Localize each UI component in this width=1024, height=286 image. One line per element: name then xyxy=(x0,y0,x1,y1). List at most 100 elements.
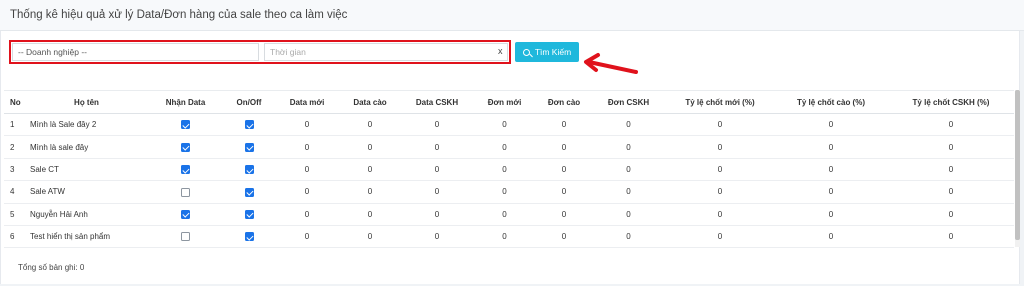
receive-data-checkbox[interactable] xyxy=(181,120,190,130)
metric-cell: 0 xyxy=(888,180,1014,204)
metric-cell: 0 xyxy=(472,203,537,226)
receive-data-checkbox[interactable] xyxy=(181,209,190,219)
metric-cell: 0 xyxy=(338,158,402,182)
metric-cell: 0 xyxy=(888,203,1014,226)
column-header: Nhận Data xyxy=(149,90,222,114)
metric-cell: 0 xyxy=(276,113,338,137)
page-title: Thống kê hiệu quả xử lý Data/Đơn hàng củ… xyxy=(10,9,348,21)
metric-cell: 0 xyxy=(774,135,888,159)
receive-data-checkbox-cell xyxy=(149,158,222,182)
metric-cell: 0 xyxy=(666,113,774,137)
red-arrow-annotation xyxy=(584,53,638,74)
column-header: Đơn mới xyxy=(472,90,537,114)
row-number: 1 xyxy=(4,113,24,137)
sale-name: Mình là sale đây xyxy=(24,135,149,159)
on-off-checkbox[interactable] xyxy=(244,142,254,152)
column-header: No xyxy=(4,90,24,114)
column-header: Tỷ lệ chốt cào (%) xyxy=(774,90,888,114)
column-header: Data mới xyxy=(276,90,338,114)
column-header: Data CSKH xyxy=(402,90,472,114)
table-row: 1 Mình là Sale đây 2000000000 xyxy=(4,113,1014,137)
metric-cell: 0 xyxy=(276,203,338,226)
metric-cell: 0 xyxy=(666,158,774,182)
column-header: Đơn cào xyxy=(537,90,591,114)
metric-cell: 0 xyxy=(774,180,888,204)
receive-data-checkbox-cell xyxy=(149,180,222,204)
metric-cell: 0 xyxy=(338,135,402,159)
metric-cell: 0 xyxy=(402,203,472,226)
metric-cell: 0 xyxy=(591,158,666,182)
metric-cell: 0 xyxy=(666,203,774,226)
time-input[interactable] xyxy=(264,43,508,61)
company-select[interactable]: -- Doanh nghiệp -- xyxy=(12,43,259,61)
metric-cell: 0 xyxy=(276,225,338,249)
metric-cell: 0 xyxy=(591,203,666,226)
receive-data-checkbox[interactable] xyxy=(181,187,190,197)
metric-cell: 0 xyxy=(774,158,888,182)
metric-cell: 0 xyxy=(338,203,402,226)
clear-time-button[interactable]: x xyxy=(498,46,503,56)
stats-table-container: No Họ tên Nhận Data On/Off Data mới Data cào D… xyxy=(4,90,1014,249)
sale-name: Sale CT xyxy=(24,158,149,182)
search-button-label: Tìm Kiếm xyxy=(534,47,572,57)
total-records: Tổng số bản ghi: 0 xyxy=(18,263,85,272)
table-header-row: No Họ tên Nhận Data On/Off Data mới Data cào D… xyxy=(4,90,1014,114)
metric-cell: 0 xyxy=(472,113,537,137)
metric-cell: 0 xyxy=(472,135,537,159)
metric-cell: 0 xyxy=(666,135,774,159)
sale-name: Sale ATW xyxy=(24,180,149,204)
on-off-checkbox[interactable] xyxy=(244,232,254,242)
metric-cell: 0 xyxy=(888,158,1014,182)
metric-cell: 0 xyxy=(338,113,402,137)
on-off-checkbox[interactable] xyxy=(244,187,254,197)
metric-cell: 0 xyxy=(276,180,338,204)
on-off-checkbox-cell xyxy=(222,203,276,226)
sale-name: Test hiển thị sản phẩm xyxy=(24,225,149,249)
metric-cell: 0 xyxy=(591,225,666,249)
metric-cell: 0 xyxy=(338,225,402,249)
metric-cell: 0 xyxy=(888,135,1014,159)
table-body: 1 Mình là Sale đây 2 0 0 0 0 0 0 0 0 0 2 Mình là sal… xyxy=(4,113,1014,249)
on-off-checkbox[interactable] xyxy=(244,165,254,175)
metric-cell: 0 xyxy=(666,225,774,249)
metric-cell: 0 xyxy=(472,180,537,204)
row-number: 6 xyxy=(4,225,24,249)
on-off-checkbox-cell xyxy=(222,225,276,249)
search-icon xyxy=(522,48,530,56)
on-off-checkbox-cell xyxy=(222,113,276,137)
on-off-checkbox[interactable] xyxy=(244,209,254,219)
metric-cell: 0 xyxy=(591,135,666,159)
receive-data-checkbox-cell xyxy=(149,113,222,137)
row-number: 2 xyxy=(4,135,24,159)
metric-cell: 0 xyxy=(537,225,591,249)
metric-cell: 0 xyxy=(472,158,537,182)
metric-cell: 0 xyxy=(537,180,591,204)
metric-cell: 0 xyxy=(276,158,338,182)
metric-cell: 0 xyxy=(666,180,774,204)
column-header: Đơn CSKH xyxy=(591,90,666,114)
column-header: Tỷ lệ chốt mới (%) xyxy=(666,90,774,114)
metric-cell: 0 xyxy=(537,203,591,226)
receive-data-checkbox-cell xyxy=(149,225,222,249)
scrollbar-thumb[interactable] xyxy=(1015,90,1020,240)
receive-data-checkbox[interactable] xyxy=(181,142,190,152)
receive-data-checkbox[interactable] xyxy=(181,165,190,175)
table-row: 6 Test hiển thị sản phẩm 0 0 0 0 0 0 0 0 0 xyxy=(4,225,1014,249)
metric-cell: 0 xyxy=(402,158,472,182)
receive-data-checkbox-cell xyxy=(149,203,222,226)
sale-name: Mình là Sale đây 2 xyxy=(24,113,149,137)
metric-cell: 0 xyxy=(276,135,338,159)
column-header: Tỷ lệ chốt CSKH (%) xyxy=(888,90,1014,114)
on-off-checkbox-cell xyxy=(222,158,276,182)
on-off-checkbox-cell xyxy=(222,135,276,159)
vertical-scrollbar[interactable] xyxy=(1015,90,1020,247)
search-button[interactable]: Tìm Kiếm xyxy=(515,42,579,62)
on-off-checkbox[interactable] xyxy=(244,120,254,130)
row-number: 4 xyxy=(4,180,24,204)
metric-cell: 0 xyxy=(888,225,1014,249)
table-row: 4 Sale ATW 0 0 0 0 0 0 0 0 0 xyxy=(4,180,1014,204)
column-header: On/Off xyxy=(222,90,276,114)
metric-cell: 0 xyxy=(402,225,472,249)
receive-data-checkbox[interactable] xyxy=(181,232,190,242)
table-row: 2 Mình là sale đây 0 0 0 0 0 0 0 0 0 xyxy=(4,135,1014,159)
